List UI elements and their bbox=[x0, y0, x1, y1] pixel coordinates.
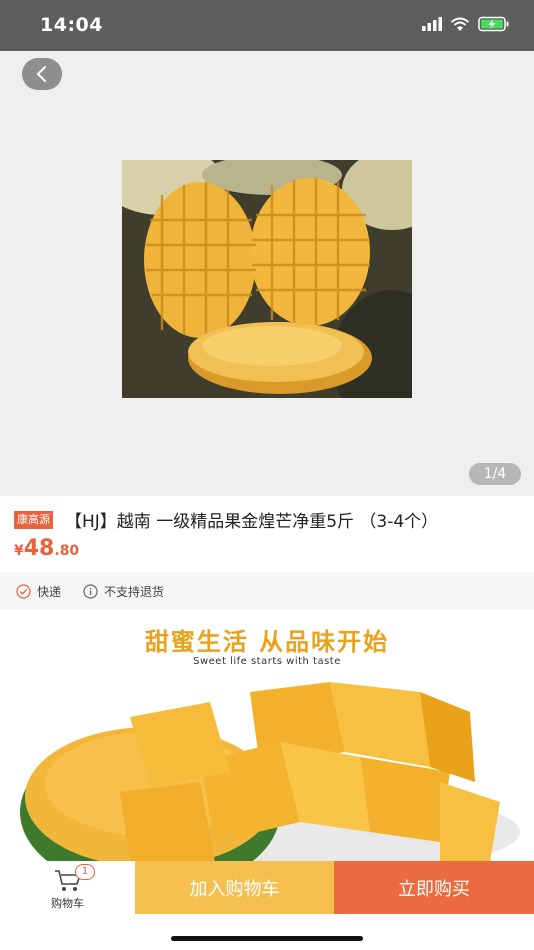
check-circle-icon bbox=[16, 583, 31, 599]
info-circle-icon bbox=[83, 583, 98, 599]
cart-label: 购物车 bbox=[51, 897, 84, 910]
bottom-action-bar: 1 购物车 加入购物车 立即购买 bbox=[0, 861, 534, 914]
service-no-return: 不支持退货 bbox=[83, 583, 164, 600]
product-image bbox=[122, 160, 412, 398]
product-gallery[interactable]: 1/4 bbox=[0, 51, 534, 496]
back-button[interactable] bbox=[22, 58, 62, 90]
service-express-label: 快递 bbox=[37, 584, 62, 599]
service-express: 快递 bbox=[16, 583, 61, 600]
price-integer: 48 bbox=[23, 536, 55, 561]
price-decimal: .80 bbox=[54, 543, 80, 559]
status-icons bbox=[422, 16, 510, 32]
cart-tab[interactable]: 1 购物车 bbox=[0, 861, 135, 914]
chevron-left-icon bbox=[37, 66, 46, 82]
product-title-row: 康高源 【HJ】越南 一级精品果金煌芒净重5斤 （3-4个） bbox=[14, 507, 524, 532]
product-title: 【HJ】越南 一级精品果金煌芒净重5斤 （3-4个） bbox=[65, 512, 439, 532]
service-no-return-label: 不支持退货 bbox=[104, 584, 165, 599]
buy-now-button[interactable]: 立即购买 bbox=[334, 861, 534, 914]
battery-charging-icon bbox=[478, 16, 509, 32]
wifi-icon bbox=[450, 17, 470, 31]
home-indicator[interactable] bbox=[171, 936, 363, 941]
mango-detail-illustration bbox=[20, 682, 520, 862]
status-time: 14:04 bbox=[40, 14, 103, 36]
price-currency: ¥ bbox=[14, 543, 24, 559]
cart-count-badge: 1 bbox=[75, 864, 95, 880]
product-detail-image: 甜蜜生活 从品味开始 Sweet life starts with taste bbox=[0, 612, 534, 862]
product-price: ¥48.80 bbox=[14, 536, 79, 561]
service-row: 快递 不支持退货 bbox=[0, 572, 534, 610]
cellular-signal-icon bbox=[422, 17, 442, 31]
detail-subtitle: Sweet life starts with taste bbox=[193, 656, 341, 667]
add-to-cart-button[interactable]: 加入购物车 bbox=[135, 861, 334, 914]
detail-slogan: 甜蜜生活 从品味开始 bbox=[144, 628, 390, 656]
brand-badge: 康高源 bbox=[14, 510, 53, 529]
gallery-page-indicator: 1/4 bbox=[469, 463, 521, 485]
status-bar: 14:04 bbox=[0, 0, 534, 51]
